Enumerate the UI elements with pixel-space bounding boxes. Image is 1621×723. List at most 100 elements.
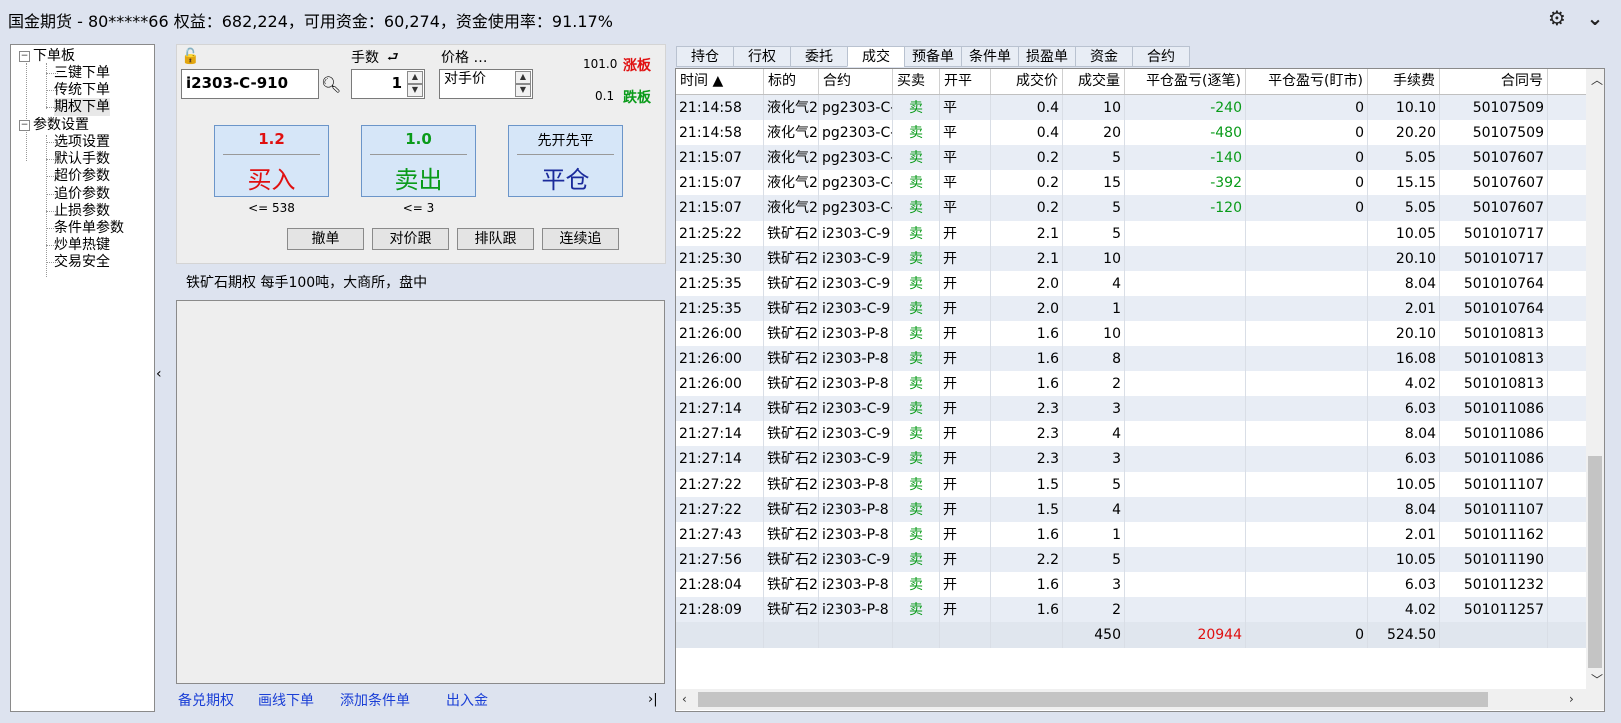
column-header[interactable]: 合约 xyxy=(819,69,893,94)
table-row[interactable]: 21:27:22 铁矿石2 i2303-P-8 卖开 1.5 5 10.05 50101110… xyxy=(676,471,1586,498)
table-cell xyxy=(1125,446,1246,473)
link-add-condition[interactable]: 添加条件单 xyxy=(340,690,410,710)
tree-item[interactable]: 炒单热键 xyxy=(54,236,110,254)
collapse-icon[interactable]: − xyxy=(19,50,30,62)
scroll-right-icon[interactable]: › xyxy=(1569,692,1574,706)
table-row[interactable]: 21:27:14 铁矿石2 i2303-C-9 卖开 2.3 4 8.04 501011086 xyxy=(676,421,1586,448)
tree-item[interactable]: 止损参数 xyxy=(54,202,110,220)
tree-item[interactable]: 超价参数 xyxy=(54,167,110,185)
queue-follow-button[interactable]: 排队跟 xyxy=(457,228,534,250)
table-row[interactable]: 21:25:35 铁矿石2 i2303-C-9 卖开 2.0 4 8.04 501010764 xyxy=(676,270,1586,297)
price-up-icon[interactable]: ▲ xyxy=(515,71,531,84)
column-header[interactable]: 标的 xyxy=(764,69,819,94)
table-cell: 10.05 xyxy=(1368,471,1440,498)
table-row[interactable]: 21:25:35 铁矿石2 i2303-C-9 卖开 2.0 1 2.01 501010764 xyxy=(676,295,1586,322)
gear-icon[interactable]: ⚙ xyxy=(1546,7,1568,29)
table-row[interactable]: 21:27:56 铁矿石2 i2303-C-9 卖开 2.2 5 10.05 50101119… xyxy=(676,546,1586,573)
horizontal-scroll-thumb[interactable] xyxy=(698,692,1488,707)
vertical-scrollbar[interactable]: ︿ ﹀ xyxy=(1586,69,1604,689)
tab-item[interactable]: 合约 xyxy=(1132,46,1190,67)
tab-item[interactable]: 损盈单 xyxy=(1018,46,1076,67)
table-row[interactable]: 21:15:07 液化气2 pg2303-C- 卖平 0.2 5 -120 0 5.05 5010… xyxy=(676,195,1586,222)
price-label[interactable]: 价格 … xyxy=(441,47,487,67)
table-cell: 21:15:07 xyxy=(676,145,764,172)
scroll-down-icon[interactable]: ﹀ xyxy=(1591,671,1603,688)
tree-item[interactable]: 条件单参数 xyxy=(54,219,124,237)
vertical-scroll-thumb[interactable] xyxy=(1588,456,1602,668)
chart-area[interactable] xyxy=(176,300,665,684)
table-cell: 2.1 xyxy=(991,245,1063,272)
contract-input[interactable]: i2303-C-910 xyxy=(181,69,319,99)
table-cell: 2 xyxy=(1063,597,1125,623)
table-row[interactable]: 21:14:58 液化气2 pg2303-C- 卖平 0.4 10 -240 0 10.10 50… xyxy=(676,95,1586,121)
cancel-order-button[interactable]: 撤单 xyxy=(287,228,364,250)
column-header[interactable]: 合同号 xyxy=(1440,69,1548,94)
scroll-up-icon[interactable]: ︿ xyxy=(1591,71,1603,88)
link-line-order[interactable]: 画线下单 xyxy=(258,690,314,710)
tree-item[interactable]: 期权下单 xyxy=(54,98,110,117)
tree-item[interactable]: 交易安全 xyxy=(54,253,110,271)
close-position-button[interactable]: 先开先平 平仓 xyxy=(508,125,623,197)
column-header[interactable]: 平仓盈亏(逐笔) xyxy=(1125,69,1246,94)
tab-item[interactable]: 成交 xyxy=(847,46,905,67)
table-row[interactable]: 21:28:04 铁矿石2 i2303-P-8 卖开 1.6 3 6.03 501011232 xyxy=(676,571,1586,598)
table-cell: 501011107 xyxy=(1440,496,1548,523)
column-header[interactable]: 成交价 xyxy=(991,69,1063,94)
collapse-left-icon[interactable]: ‹ xyxy=(156,366,162,382)
counter-follow-button[interactable]: 对价跟 xyxy=(372,228,449,250)
tab-item[interactable]: 资金 xyxy=(1075,46,1133,67)
link-transfer[interactable]: 出入金 xyxy=(446,690,488,710)
tab-item[interactable]: 条件单 xyxy=(961,46,1019,67)
table-cell: 4.02 xyxy=(1368,371,1440,398)
tree-item[interactable]: 传统下单 xyxy=(54,81,110,99)
qty-up-icon[interactable]: ▲ xyxy=(407,71,423,84)
link-covered-option[interactable]: 备兑期权 xyxy=(178,690,234,710)
tree-item[interactable]: 追价参数 xyxy=(54,185,110,203)
table-cell: pg2303-C- xyxy=(819,120,893,147)
tab-item[interactable]: 预备单 xyxy=(904,46,962,67)
table-row[interactable]: 21:26:00 铁矿石2 i2303-P-8 卖开 1.6 10 20.10 5010108… xyxy=(676,320,1586,347)
table-row[interactable]: 21:25:22 铁矿石2 i2303-C-9 卖开 2.1 5 10.05 50101071… xyxy=(676,220,1586,247)
swap-icon[interactable]: ⮐ xyxy=(387,48,399,70)
column-header[interactable]: 时间 ▲ xyxy=(676,69,764,94)
search-icon[interactable]: 🔍︎ xyxy=(321,75,341,94)
table-row[interactable]: 21:27:14 铁矿石2 i2303-C-9 卖开 2.3 3 6.03 501011086 xyxy=(676,396,1586,423)
table-row[interactable]: 21:27:14 铁矿石2 i2303-C-9 卖开 2.3 3 6.03 501011086 xyxy=(676,446,1586,473)
table-row[interactable]: 21:15:07 液化气2 pg2303-C- 卖平 0.2 15 -392 0 15.15 50… xyxy=(676,170,1586,197)
scroll-left-icon[interactable]: ‹ xyxy=(682,692,687,706)
tab-item[interactable]: 持仓 xyxy=(676,46,734,67)
table-row[interactable]: 21:25:30 铁矿石2 i2303-C-9 卖开 2.1 10 20.10 5010107… xyxy=(676,245,1586,272)
table-row[interactable]: 21:26:00 铁矿石2 i2303-P-8 卖开 1.6 8 16.08 50101081… xyxy=(676,346,1586,372)
qty-down-icon[interactable]: ▼ xyxy=(407,84,423,97)
horizontal-scrollbar[interactable]: ‹ › xyxy=(676,689,1604,710)
collapse-icon[interactable]: − xyxy=(19,119,30,131)
tree-item[interactable]: 默认手数 xyxy=(54,150,110,168)
tree-group-parameters[interactable]: − 参数设置 xyxy=(19,116,89,134)
chevron-down-icon[interactable]: ⌄ xyxy=(1584,7,1606,29)
table-row[interactable]: 21:27:43 铁矿石2 i2303-P-8 卖开 1.6 1 2.01 501011162 xyxy=(676,521,1586,548)
tab-item[interactable]: 行权 xyxy=(733,46,791,67)
tree-item[interactable]: 三键下单 xyxy=(54,64,110,82)
continuous-chase-button[interactable]: 连续追 xyxy=(542,228,619,250)
unlock-icon[interactable]: 🔓 xyxy=(181,47,200,65)
buy-button[interactable]: 1.2 买入 xyxy=(214,125,329,197)
sell-button[interactable]: 1.0 卖出 xyxy=(361,125,476,197)
tree-item[interactable]: 选项设置 xyxy=(54,133,110,151)
table-row[interactable]: 21:14:58 液化气2 pg2303-C- 卖平 0.4 20 -480 0 20.20 50… xyxy=(676,120,1586,147)
column-header[interactable]: 开平 xyxy=(940,69,991,94)
tree-group-order-board[interactable]: − 下单板 xyxy=(19,47,75,65)
sell-limit: <= 3 xyxy=(402,201,435,215)
table-cell: 平 xyxy=(940,170,991,197)
column-header[interactable]: 平仓盈亏(盯市) xyxy=(1246,69,1368,94)
table-row[interactable]: 21:27:22 铁矿石2 i2303-P-8 卖开 1.5 4 8.04 501011107 xyxy=(676,496,1586,523)
column-header[interactable]: 买卖 xyxy=(893,69,940,94)
table-row[interactable]: 21:28:09 铁矿石2 i2303-P-8 卖开 1.6 2 4.02 501011257 xyxy=(676,597,1586,623)
table-row[interactable]: 21:15:07 液化气2 pg2303-C- 卖平 0.2 5 -140 0 5.05 5010… xyxy=(676,145,1586,172)
table-row[interactable]: 21:26:00 铁矿石2 i2303-P-8 卖开 1.6 2 4.02 501010813 xyxy=(676,371,1586,398)
column-header[interactable]: 成交量 xyxy=(1063,69,1125,94)
table-cell xyxy=(1125,320,1246,347)
tab-item[interactable]: 委托 xyxy=(790,46,848,67)
column-header[interactable]: 手续费 xyxy=(1368,69,1440,94)
price-down-icon[interactable]: ▼ xyxy=(515,84,531,97)
expand-right-icon[interactable]: ›| xyxy=(648,692,658,707)
